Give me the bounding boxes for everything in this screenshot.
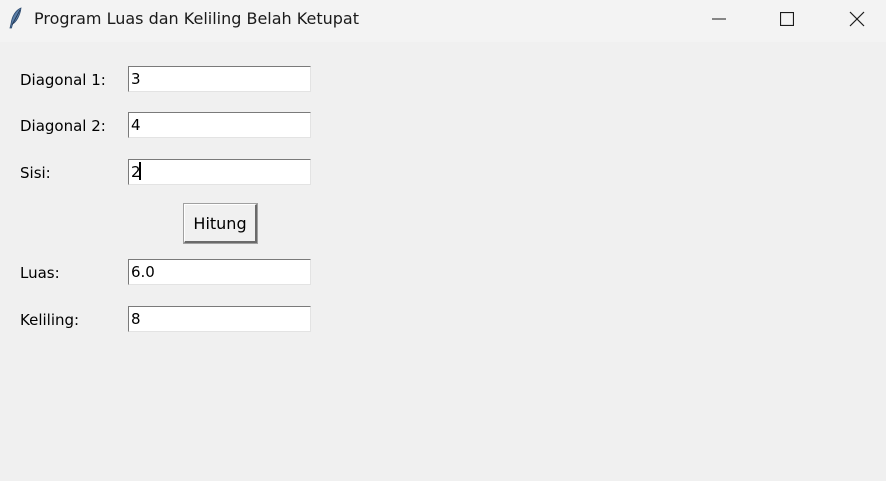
close-icon (849, 11, 865, 27)
feather-icon (9, 7, 22, 29)
diagonal1-input[interactable]: 3 (128, 66, 311, 92)
maximize-icon (780, 12, 794, 26)
window-title: Program Luas dan Keliling Belah Ketupat (34, 9, 359, 28)
app-window: Program Luas dan Keliling Belah Ketupat … (0, 0, 886, 481)
minimize-icon (712, 18, 726, 20)
close-button[interactable] (822, 0, 886, 38)
sisi-label: Sisi: (20, 164, 51, 182)
diagonal2-label: Diagonal 2: (20, 117, 106, 135)
hitung-button[interactable]: Hitung (183, 203, 258, 244)
maximize-button[interactable] (752, 0, 822, 38)
text-cursor (138, 162, 141, 180)
luas-label: Luas: (20, 264, 60, 282)
diagonal1-label: Diagonal 1: (20, 71, 106, 89)
title-bar[interactable]: Program Luas dan Keliling Belah Ketupat (0, 0, 886, 42)
keliling-value: 8 (131, 310, 141, 328)
sisi-input[interactable]: 2 (128, 159, 311, 185)
keliling-output[interactable]: 8 (128, 306, 311, 332)
diagonal1-value: 3 (131, 70, 141, 88)
keliling-label: Keliling: (20, 311, 80, 329)
luas-output[interactable]: 6.0 (128, 259, 311, 285)
luas-value: 6.0 (131, 263, 155, 281)
minimize-button[interactable] (684, 0, 754, 38)
diagonal2-value: 4 (131, 116, 141, 134)
diagonal2-input[interactable]: 4 (128, 112, 311, 138)
